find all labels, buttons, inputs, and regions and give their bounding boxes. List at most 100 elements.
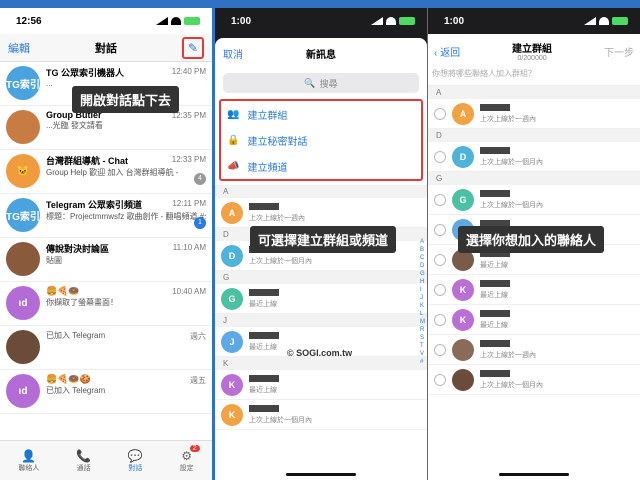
select-radio[interactable] [434, 283, 446, 296]
contact-status: 最近上線 [249, 343, 277, 351]
select-radio[interactable] [434, 223, 446, 236]
action-label: 建立秘密對話 [247, 136, 308, 148]
chat-row[interactable]: 已加入 Telegram 週六 [0, 326, 212, 370]
screen-title: 建立群組 [512, 44, 553, 55]
alpha-letter[interactable]: J [420, 294, 425, 302]
contact-status: 最近上線 [480, 261, 508, 269]
alpha-letter[interactable]: K [420, 302, 425, 310]
avatar: TG索引 [6, 198, 40, 232]
alpha-letter[interactable]: R [420, 326, 425, 334]
select-radio[interactable] [434, 193, 446, 206]
tab-0[interactable]: 👤 聯絡人 [18, 449, 39, 473]
chat-row[interactable]: 傳說對決討論區 貼圖 11:10 AM [0, 238, 212, 282]
back-button[interactable]: ‹ 返回 [434, 44, 460, 59]
chat-preview: ...光臨 發文請看 [46, 121, 103, 130]
contact-info: 上次上線於一個月內 [480, 369, 543, 390]
new-message-screen: 1:00 取消 新訊息 🔍 搜尋 👥 建立群組 🔒 建立秘密對話 📣 建立頻道 A A 上次上線… [215, 8, 427, 480]
signal-icon [371, 17, 383, 25]
chat-row[interactable]: ıd 🍔🍕🍩🍪 已加入 Telegram 週五 [0, 370, 212, 414]
member-search-input[interactable]: 你想將哪些聯絡人加入群組？ [428, 62, 640, 86]
contact-row[interactable]: D 上次上線於一個月內 [428, 142, 640, 172]
select-radio[interactable] [434, 313, 446, 326]
chat-time: 12:33 PM [171, 155, 206, 164]
signal-icon [156, 17, 168, 25]
home-indicator [499, 473, 569, 476]
select-radio[interactable] [434, 343, 446, 356]
alpha-letter[interactable]: A [420, 238, 425, 246]
contact-status: 上次上線於一個月內 [480, 201, 543, 209]
alpha-letter[interactable]: C [420, 254, 425, 262]
callout-create: 可選擇建立群組或頻道 [250, 226, 397, 253]
alpha-letter[interactable]: # [420, 358, 425, 366]
avatar: D [452, 145, 474, 168]
home-indicator [286, 473, 356, 476]
contact-status: 上次上線於一週內 [480, 351, 536, 359]
select-radio[interactable] [434, 373, 446, 386]
cancel-button[interactable]: 取消 [223, 46, 243, 61]
wifi-icon [386, 17, 396, 25]
alpha-letter[interactable]: H [420, 278, 425, 286]
new-message-sheet: 取消 新訊息 🔍 搜尋 👥 建立群組 🔒 建立秘密對話 📣 建立頻道 A A 上次上線於一週內 D… [215, 38, 427, 480]
chat-body: 🍔🍕🍩🍪 已加入 Telegram [46, 374, 206, 409]
action-1[interactable]: 🔒 建立秘密對話 [221, 127, 421, 153]
action-label: 建立群組 [247, 110, 288, 122]
contact-name [480, 279, 510, 287]
status-time: 12:56 [16, 15, 42, 27]
select-radio[interactable] [434, 107, 446, 120]
alphabet-index[interactable]: A B C D G H I J K L M R S T V # [420, 238, 425, 366]
alpha-letter[interactable]: M [420, 318, 425, 326]
next-button[interactable]: 下一步 [604, 44, 634, 59]
contact-row[interactable]: 上次上線於一個月內 [428, 365, 640, 395]
alpha-letter[interactable]: L [420, 310, 425, 318]
tab-3[interactable]: ⚙ 設定 2 [180, 444, 200, 473]
avatar: G [452, 188, 474, 211]
contact-row[interactable]: K 上次上線於一個月內 [215, 400, 427, 430]
alpha-letter[interactable]: T [420, 342, 425, 350]
contact-status: 最近上線 [249, 386, 277, 394]
avatar: 🐱 [6, 154, 40, 188]
contact-name [480, 309, 510, 317]
status-bar: 12:56 [0, 8, 212, 34]
contact-status: 上次上線於一週內 [480, 115, 536, 123]
chat-preview: 已加入 Telegram [46, 386, 106, 395]
tab-label: 聯絡人 [18, 464, 40, 472]
tab-1[interactable]: 📞 通話 [76, 449, 91, 473]
chat-preview: 貼圖 [46, 256, 62, 265]
contact-row[interactable]: 上次上線於一週內 [428, 335, 640, 365]
compose-icon: ✎ [187, 40, 199, 55]
wifi-icon [171, 17, 181, 25]
contact-row[interactable]: K 最近上線 [428, 275, 640, 305]
compose-button[interactable]: ✎ [182, 36, 204, 59]
watermark: © SOGI.com.tw [287, 348, 353, 358]
contact-row[interactable]: K 最近上線 [428, 305, 640, 335]
chat-row[interactable]: ıd 🍔🍕🍩 你擷取了螢幕畫面！ 10:40 AM [0, 282, 212, 326]
chat-row[interactable]: 🐱 台灣群組導航 - Chat Group Help 歡迎 加入 台灣群組導航 -1… [0, 150, 212, 194]
contact-row[interactable]: K 最近上線 [215, 370, 427, 400]
contact-name [249, 374, 279, 382]
avatar [6, 242, 40, 276]
contact-row[interactable]: G 最近上線 [215, 284, 427, 314]
group-icon: 👥 [227, 108, 240, 120]
contact-row[interactable]: A 上次上線於一週內 [428, 99, 640, 129]
action-0[interactable]: 👥 建立群組 [221, 101, 421, 127]
contact-row[interactable]: A 上次上線於一週內 [215, 198, 427, 228]
chat-row[interactable]: TG索引 Telegram 公眾索引頻道 標題：Projectmmwsfz 歌曲創作… [0, 194, 212, 238]
edit-button[interactable]: 編輯 [8, 40, 30, 56]
alpha-letter[interactable]: B [420, 246, 425, 254]
action-2[interactable]: 📣 建立頻道 [221, 153, 421, 179]
alpha-letter[interactable]: D [420, 262, 425, 270]
alpha-letter[interactable]: V [420, 350, 425, 358]
battery-icon [399, 17, 415, 25]
contact-row[interactable]: G 上次上線於一個月內 [428, 185, 640, 215]
contact-name [480, 369, 510, 377]
select-radio[interactable] [434, 150, 446, 163]
alpha-letter[interactable]: I [420, 286, 425, 294]
alpha-letter[interactable]: S [420, 334, 425, 342]
sheet-title: 新訊息 [306, 50, 336, 61]
select-radio[interactable] [434, 253, 446, 266]
contact-info: 上次上線於一個月內 [249, 404, 312, 425]
status-bar: 1:00 [215, 8, 427, 34]
alpha-letter[interactable]: G [420, 270, 425, 278]
search-input[interactable]: 🔍 搜尋 [223, 73, 419, 93]
tab-2[interactable]: 💬 對話 [128, 449, 143, 473]
